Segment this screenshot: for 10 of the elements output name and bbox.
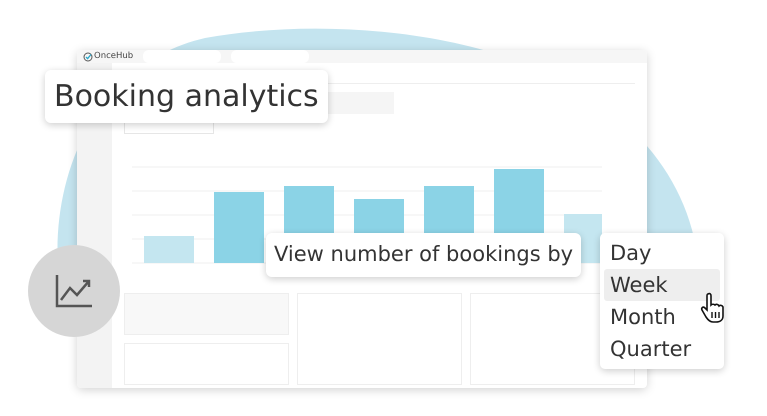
prompt-callout: View number of bookings by: [266, 233, 582, 276]
title-callout: Booking analytics: [45, 70, 328, 123]
menu-option[interactable]: Quarter: [604, 333, 720, 365]
trend-chart-icon: [54, 273, 94, 309]
logo-text: OnceHub: [94, 50, 134, 63]
menu-option[interactable]: Day: [604, 237, 720, 269]
menu-option[interactable]: Week: [604, 269, 720, 301]
chart-bar: [144, 236, 194, 263]
chart-bar: [214, 192, 264, 263]
check-icon: [83, 52, 93, 62]
